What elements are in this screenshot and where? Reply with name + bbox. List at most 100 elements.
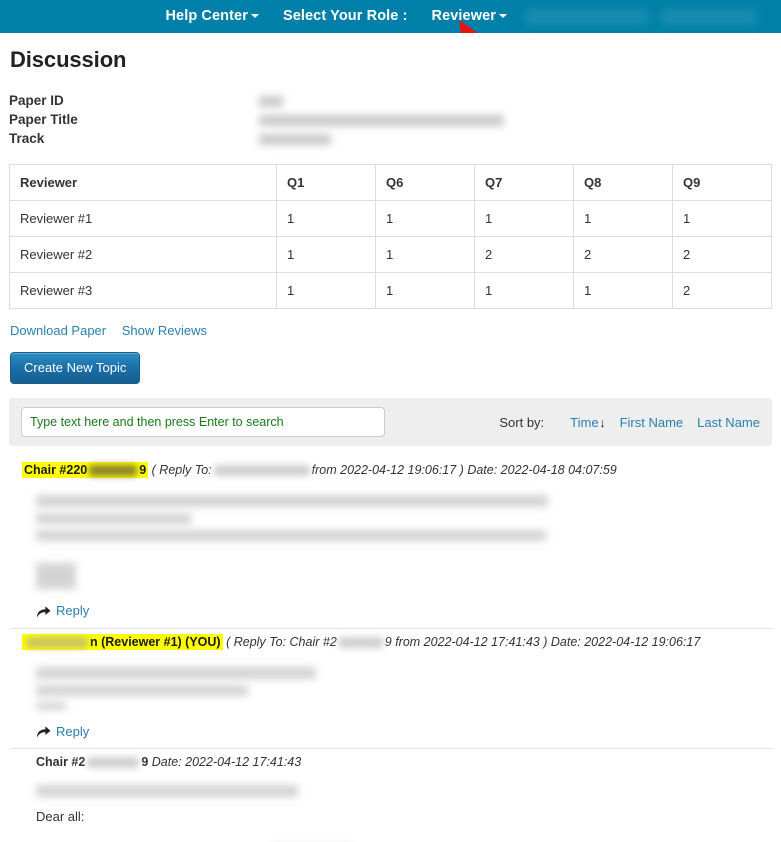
post-author-suffix: n (Reviewer #1) (YOU): [90, 634, 221, 649]
redacted-track: [259, 134, 331, 146]
discussion-post: Chair #220 9 ( Reply To: from 2022-04-12 1…: [9, 457, 772, 629]
redacted-body-line: [36, 563, 76, 589]
chevron-down-icon: [250, 14, 259, 18]
reply-button[interactable]: Reply: [36, 724, 89, 739]
post-header: n (Reviewer #1) (YOU) ( Reply To: Chair …: [10, 629, 772, 655]
paper-meta-row-id: Paper ID: [9, 91, 772, 110]
redacted-body-line: [36, 785, 298, 797]
table-row: Reviewer #2 1 1 2 2 2: [9, 236, 772, 273]
post-body-line: Dear all:: [36, 809, 85, 824]
post-reply-row: Reply: [10, 599, 772, 629]
track-label: Track: [9, 131, 45, 146]
redacted-author-id: [87, 757, 140, 769]
col-header-q7: Q7: [474, 164, 574, 201]
post-date: Date: 2022-04-12 17:41:43: [151, 755, 302, 769]
post-author-prefix: Chair #2: [36, 755, 86, 769]
sort-by-time-link[interactable]: Time↓: [570, 415, 605, 430]
sort-by-label: Sort by:: [499, 414, 545, 430]
nav-item-redacted-1[interactable]: [525, 8, 649, 25]
redacted-reply-to-id: [338, 636, 383, 648]
nav-item-reviewer[interactable]: Reviewer: [420, 0, 519, 33]
cell-q1: 1: [276, 200, 376, 237]
cell-reviewer: Reviewer #3: [9, 272, 277, 309]
col-header-q6: Q6: [375, 164, 475, 201]
post-author-prefix: Chair #220: [24, 463, 88, 477]
cell-q8: 1: [573, 200, 673, 237]
download-paper-link[interactable]: Download Paper: [10, 323, 106, 338]
redacted-body-line: [36, 684, 248, 696]
sort-by-time-label: Time: [570, 414, 599, 430]
reply-button[interactable]: Reply: [36, 603, 89, 618]
reviews-table: Reviewer Q1 Q6 Q7 Q8 Q9 Reviewer #1 1 1 …: [9, 164, 772, 309]
paper-meta: Paper ID Paper Title Track: [9, 91, 772, 148]
discussion-post: n (Reviewer #1) (YOU) ( Reply To: Chair …: [9, 629, 772, 749]
reply-arrow-icon: [36, 726, 51, 738]
nav-item-select-your-role-label: Select Your Role :: [282, 8, 408, 24]
nav-items: Help Center Select Your Role : Reviewer: [153, 0, 763, 33]
col-header-reviewer: Reviewer: [9, 164, 277, 201]
reply-arrow-icon: [36, 605, 51, 618]
paper-meta-row-title: Paper Title: [9, 110, 772, 129]
post-author-suffix: 9: [139, 463, 147, 477]
post-header: Chair #220 9 ( Reply To: from 2022-04-12 1…: [10, 457, 772, 483]
post-body: Dear all: Thanks for your time reviewing…: [10, 775, 772, 842]
cell-q6: 1: [375, 200, 475, 237]
post-reply-to-label: ( Reply To:: [151, 463, 212, 477]
track-value: [259, 129, 772, 148]
nav-item-help-center-label: Help Center: [165, 8, 248, 24]
search-input[interactable]: [21, 407, 385, 437]
cell-reviewer: Reviewer #2: [9, 236, 277, 273]
cell-q7: 1: [474, 200, 574, 237]
paper-id-value: [259, 91, 772, 110]
paper-title-value: [259, 110, 772, 129]
create-new-topic-button[interactable]: Create New Topic: [10, 352, 141, 384]
redacted-paper-id: [259, 96, 283, 108]
post-reply-to-from: 9 from 2022-04-12 17:41:43 ): [384, 634, 548, 649]
arrow-down-icon: ↓: [599, 415, 606, 430]
discussion-post: Chair #2 9 Date: 2022-04-12 17:41:43 Dear…: [9, 749, 772, 842]
redacted-body-line: [36, 701, 66, 710]
paper-meta-row-track: Track: [9, 129, 772, 148]
cell-q1: 1: [276, 272, 376, 309]
reply-label: Reply: [56, 723, 90, 739]
post-author: Chair #220 9: [22, 462, 149, 478]
discussion-toolbar: Sort by: Time↓ First Name Last Name: [9, 398, 772, 446]
redacted-body-line: [36, 530, 546, 541]
cell-q9: 2: [672, 272, 772, 309]
page-content: Discussion Paper ID Paper Title Track Re…: [0, 47, 781, 842]
cell-q9: 1: [672, 200, 772, 237]
col-header-q9: Q9: [672, 164, 772, 201]
sort-by-last-name-link[interactable]: Last Name: [697, 415, 760, 430]
sort-by-first-name-link[interactable]: First Name: [620, 415, 684, 430]
paper-action-links: Download Paper Show Reviews: [10, 323, 772, 338]
post-header: Chair #2 9 Date: 2022-04-12 17:41:43: [10, 749, 772, 775]
post-author: n (Reviewer #1) (YOU): [22, 633, 223, 650]
nav-item-redacted-2[interactable]: [661, 8, 757, 25]
col-header-q8: Q8: [573, 164, 673, 201]
cell-q9: 2: [672, 236, 772, 273]
redacted-author-id: [89, 465, 138, 477]
redacted-body-line: [36, 513, 191, 524]
redacted-paper-title: [259, 115, 504, 127]
table-row: Reviewer #3 1 1 1 1 2: [9, 272, 772, 309]
paper-id-label: Paper ID: [9, 93, 64, 108]
show-reviews-link[interactable]: Show Reviews: [122, 323, 207, 338]
redacted-reply-to-name: [213, 465, 310, 477]
post-body: [10, 655, 772, 720]
cell-q1: 1: [276, 236, 376, 273]
cell-q7: 1: [474, 272, 574, 309]
nav-item-help-center[interactable]: Help Center: [153, 0, 270, 33]
chevron-down-icon: [499, 14, 507, 18]
cell-q6: 1: [375, 272, 475, 309]
post-body: [10, 483, 772, 599]
cell-q7: 2: [474, 236, 574, 273]
post-reply-row: Reply: [10, 720, 772, 749]
post-author-suffix: 9: [141, 755, 149, 769]
nav-item-select-your-role: Select Your Role :: [271, 0, 420, 33]
table-header-row: Reviewer Q1 Q6 Q7 Q8 Q9: [9, 164, 772, 201]
cell-reviewer: Reviewer #1: [9, 200, 277, 237]
post-date: Date: 2022-04-12 19:06:17: [550, 634, 701, 649]
post-author: Chair #2 9: [36, 755, 148, 769]
post-reply-to-from: from 2022-04-12 19:06:17 ): [311, 463, 464, 477]
sort-controls: Sort by: Time↓ First Name Last Name: [499, 415, 760, 430]
